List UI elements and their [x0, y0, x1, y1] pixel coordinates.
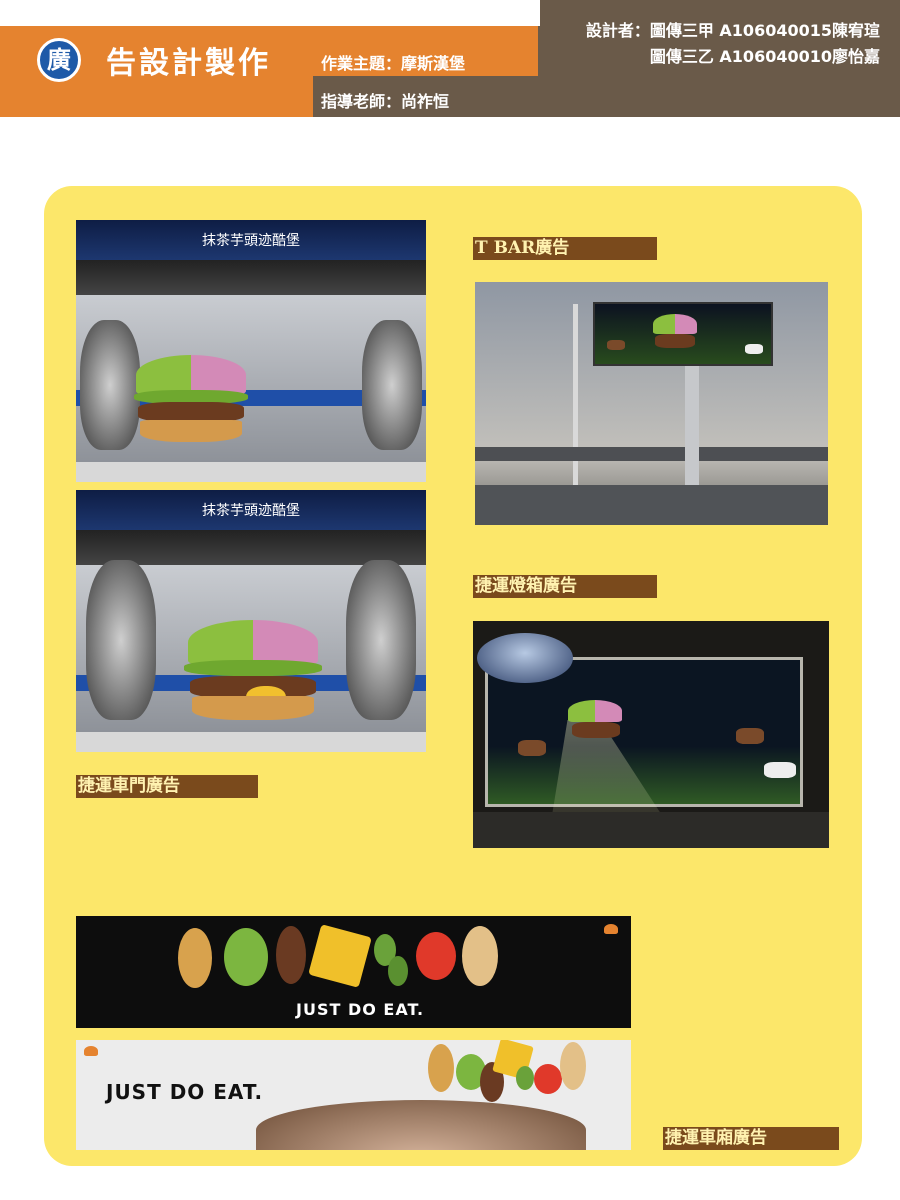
bun-image: [428, 1044, 454, 1092]
cheese-image: [308, 924, 372, 988]
burger-bun-top: [136, 355, 246, 395]
designer-line-1: 設計者：圖傳三甲 A106040015陳宥瑄: [585, 21, 880, 40]
cow: [736, 728, 764, 744]
carriage-banner-dark: JUST DO EAT.: [76, 916, 631, 1028]
mrt-door-photo-2: 抹茶芋頭迹酷堡: [76, 490, 426, 752]
station-sign-text: 抹茶芋頭迹酷堡: [202, 503, 300, 519]
street-light: [573, 304, 578, 494]
burger-bun-bottom: [192, 696, 314, 720]
bun-image: [178, 928, 212, 988]
bun-image: [560, 1042, 586, 1090]
header-orange-lower-block: [0, 76, 313, 117]
header-top-strip: [0, 0, 540, 26]
station-sign-text: 抹茶芋頭迹酷堡: [202, 233, 300, 249]
face-left: [80, 320, 140, 450]
burger-patty: [572, 722, 620, 738]
billboard-pole: [685, 366, 699, 491]
burger-bun-top: [188, 620, 318, 665]
carriage-banner-light: JUST DO EAT.: [76, 1040, 631, 1150]
tomato-image: [416, 932, 456, 980]
label-door: 捷運車門廣告: [76, 775, 258, 798]
title-badge: 廣: [37, 38, 81, 82]
teacher-name: 指導老師：尚祚恒: [321, 92, 450, 111]
ceiling: [76, 260, 426, 295]
banner-slogan: JUST DO EAT.: [106, 1080, 264, 1104]
label-carriage: 捷運車廂廣告: [663, 1127, 839, 1150]
cow: [745, 344, 763, 354]
overpass: [475, 447, 828, 461]
mrt-lightbox-photo: [473, 621, 829, 848]
page-title: 告設計製作: [106, 46, 271, 81]
road: [475, 485, 828, 525]
station-wall: [473, 812, 829, 848]
designer-line-2: 圖傳三乙 A106040010廖怡嘉: [649, 47, 880, 66]
brand-logo-icon: [84, 1046, 98, 1056]
cow: [518, 740, 546, 756]
tbar-billboard-photo: [475, 282, 828, 525]
pickle-image: [388, 956, 408, 986]
station-sign: 抹茶芋頭迹酷堡: [76, 490, 426, 530]
platform-floor: [76, 732, 426, 752]
burger-lettuce: [184, 660, 322, 676]
brand-logo-icon: [604, 924, 618, 934]
bun-image: [462, 926, 498, 986]
face-right: [346, 560, 416, 720]
mrt-door-photo-1: 抹茶芋頭迹酷堡: [76, 220, 426, 482]
burger-bun-top: [568, 700, 622, 722]
cow: [607, 340, 625, 350]
burger-bun-top: [653, 314, 697, 334]
cow: [764, 762, 796, 778]
station-sign: 抹茶芋頭迹酷堡: [76, 220, 426, 260]
billboard: [593, 302, 773, 366]
open-mouth-face: [256, 1100, 586, 1150]
patty-image: [276, 926, 306, 984]
pickle-image: [516, 1066, 534, 1090]
face-right: [362, 320, 422, 450]
burger-patty: [138, 402, 244, 422]
ufo: [477, 633, 573, 683]
tomato-image: [534, 1064, 562, 1094]
assignment-topic: 作業主題：摩斯漢堡: [321, 54, 466, 73]
label-lightbox: 捷運燈箱廣告: [473, 575, 657, 598]
platform-floor: [76, 462, 426, 482]
burger-bun-bottom: [140, 420, 242, 442]
burger-patty: [655, 334, 695, 348]
banner-slogan: JUST DO EAT.: [296, 1000, 425, 1019]
label-tbar: T BAR廣告: [473, 237, 657, 260]
face-left: [86, 560, 156, 720]
lettuce-image: [224, 928, 268, 986]
